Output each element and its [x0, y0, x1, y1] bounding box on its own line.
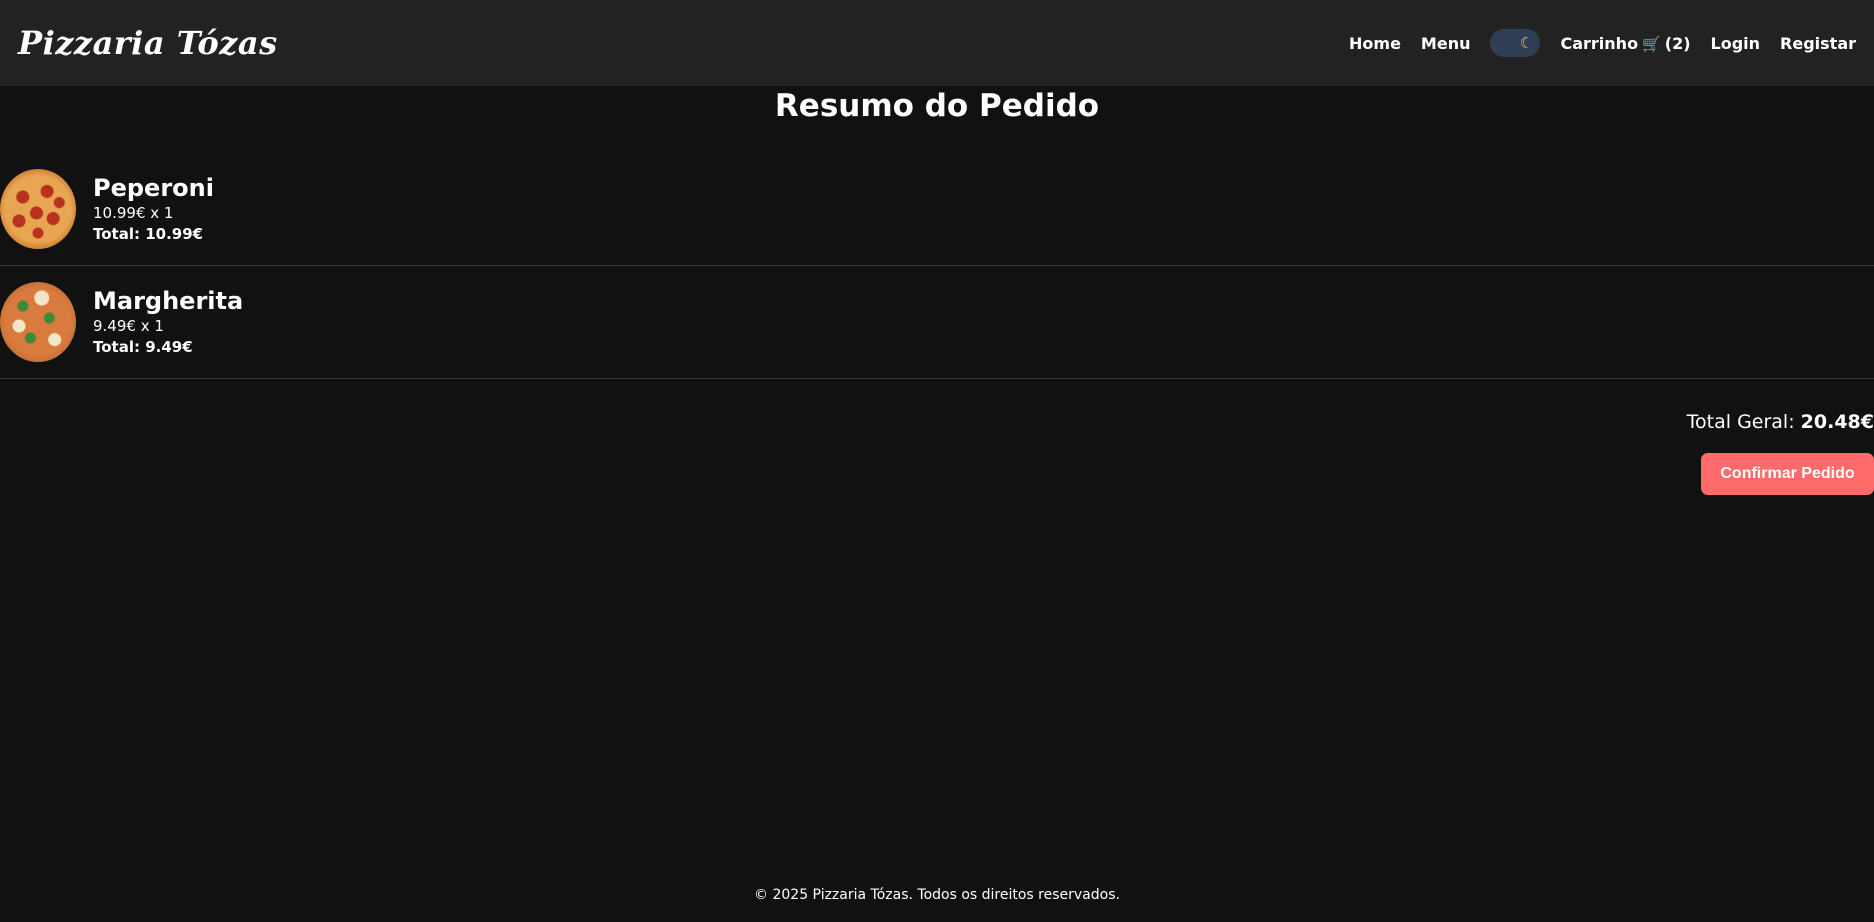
brand-logo[interactable]: Pizzaria Tózas [18, 24, 278, 62]
cart-label: Carrinho [1560, 33, 1639, 53]
list-item: Margherita 9.49€ x 1 Total: 9.49€ [0, 266, 1874, 379]
nav-menu[interactable]: Menu [1421, 34, 1471, 53]
list-item: Peperoni 10.99€ x 1 Total: 10.99€ [0, 153, 1874, 266]
item-price-quantity: 10.99€ x 1 [93, 204, 174, 222]
item-total: Total: 10.99€ [93, 225, 204, 243]
margherita-pizza-image [0, 282, 76, 362]
item-price-quantity: 9.49€ x 1 [93, 317, 164, 335]
item-total: Total: 9.49€ [93, 338, 193, 356]
moon-icon: ☾ [1519, 33, 1534, 52]
grand-total-value: 20.48€ [1800, 411, 1874, 433]
theme-toggle[interactable]: ☾ [1490, 29, 1541, 57]
navbar: Pizzaria Tózas Home Menu ☾ Carrinho 🛒 (2) … [0, 0, 1874, 86]
nav-links: Home Menu ☾ Carrinho 🛒 (2) Login Registar [1349, 29, 1856, 57]
footer: © 2025 Pizzaria Tózas. Todos os direitos… [754, 887, 1120, 903]
cart-icon: 🛒 [1642, 34, 1661, 53]
grand-total-label: Total Geral: [1686, 411, 1795, 433]
nav-home[interactable]: Home [1349, 34, 1401, 53]
nav-login[interactable]: Login [1711, 34, 1761, 53]
page-title: Resumo do Pedido [774, 88, 1100, 124]
cart-count: (2) [1664, 33, 1691, 53]
item-name: Margherita [93, 287, 244, 315]
nav-cart[interactable]: Carrinho 🛒 (2) [1560, 34, 1690, 53]
confirm-order-button[interactable]: Confirmar Pedido [1701, 453, 1874, 495]
pepperoni-pizza-image [0, 169, 76, 249]
grand-total: Total Geral: 20.48€ [1687, 411, 1874, 433]
item-info: Margherita 9.49€ x 1 Total: 9.49€ [93, 286, 243, 358]
nav-register[interactable]: Registar [1780, 34, 1856, 53]
item-info: Peperoni 10.99€ x 1 Total: 10.99€ [93, 173, 214, 245]
item-name: Peperoni [93, 174, 214, 202]
order-list: Peperoni 10.99€ x 1 Total: 10.99€ Marghe… [0, 153, 1874, 379]
